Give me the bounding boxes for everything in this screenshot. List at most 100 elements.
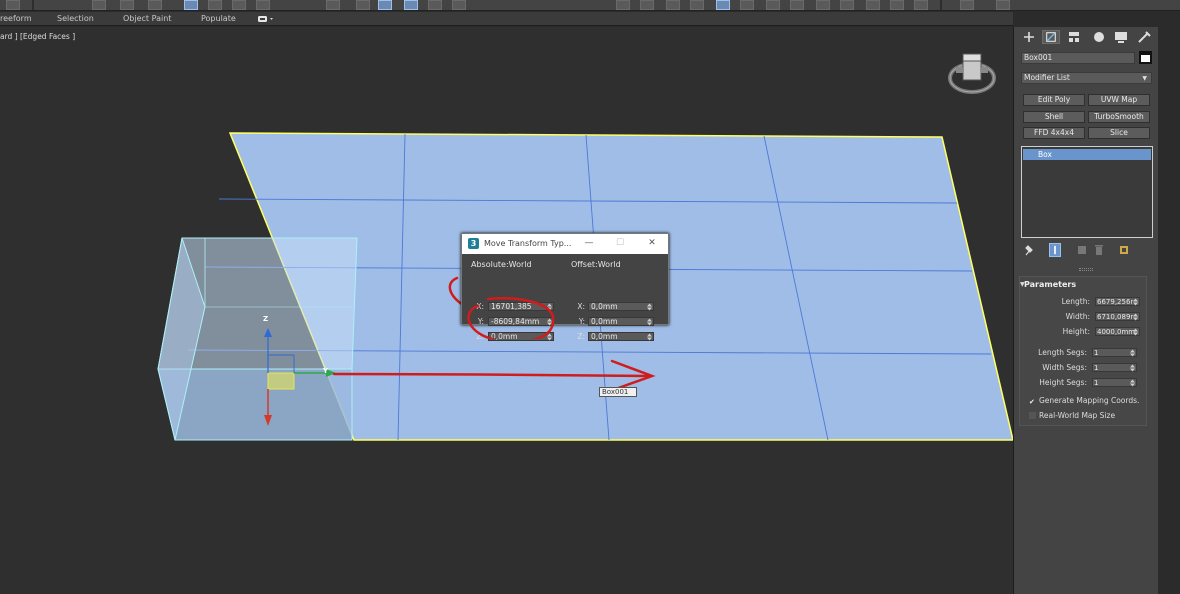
percent-snap-icon[interactable] bbox=[428, 0, 442, 10]
schematic-view-icon[interactable] bbox=[766, 0, 780, 10]
modifier-list-dropdown[interactable]: Modifier List ▼ bbox=[1021, 72, 1152, 84]
parameters-title[interactable]: Parameters bbox=[1024, 280, 1076, 289]
modifier-stack[interactable]: Box bbox=[1021, 146, 1153, 238]
spinner-arrows-icon[interactable] bbox=[647, 303, 652, 311]
ribbon-tab-populate[interactable]: Populate bbox=[201, 14, 236, 23]
spinner-arrows-icon[interactable] bbox=[647, 318, 652, 326]
spinner-arrows-icon[interactable] bbox=[1133, 328, 1138, 336]
offset-y-spinner[interactable]: 0,0mm bbox=[588, 317, 654, 326]
select-by-name-icon[interactable] bbox=[148, 0, 162, 10]
toggle-ribbon-icon[interactable] bbox=[716, 0, 730, 10]
angle-snap-icon[interactable] bbox=[404, 0, 418, 10]
height-value[interactable]: 4000,0mm bbox=[1097, 328, 1135, 336]
spinner-snap-icon[interactable] bbox=[452, 0, 466, 10]
curve-editor-icon[interactable] bbox=[740, 0, 754, 10]
spinner-arrows-icon[interactable] bbox=[1133, 313, 1138, 321]
ribbon-tab-selection[interactable]: Selection bbox=[57, 14, 94, 23]
edit-poly-button[interactable]: Edit Poly bbox=[1023, 94, 1085, 106]
maximize-button[interactable]: ☐ bbox=[614, 237, 626, 249]
length-value[interactable]: 6679,256r bbox=[1097, 298, 1135, 306]
render-icon[interactable] bbox=[866, 0, 880, 10]
width-spinner[interactable]: 6710,089r bbox=[1095, 312, 1140, 321]
select-link-icon[interactable] bbox=[92, 0, 106, 10]
spinner-arrows-icon[interactable] bbox=[1130, 379, 1135, 387]
length-segs-label: Length Segs: bbox=[1038, 348, 1087, 357]
offset-y-value[interactable]: 0,0mm bbox=[591, 318, 618, 326]
render-cloud-icon[interactable] bbox=[890, 0, 904, 10]
configure-modifier-sets-icon[interactable] bbox=[1118, 243, 1130, 257]
rollout-divider[interactable] bbox=[1079, 268, 1093, 271]
shell-button[interactable]: Shell bbox=[1023, 111, 1085, 123]
close-button[interactable]: ✕ bbox=[646, 237, 658, 249]
height-segs-spinner[interactable]: 1 bbox=[1092, 378, 1137, 387]
select-and-scale-icon[interactable] bbox=[232, 0, 246, 10]
spinner-arrows-icon[interactable] bbox=[647, 333, 652, 341]
select-and-move-icon[interactable] bbox=[184, 0, 198, 10]
material-editor-icon[interactable] bbox=[790, 0, 804, 10]
align-icon[interactable] bbox=[640, 0, 654, 10]
move-transform-dialog: 3 Move Transform Typ... — ☐ ✕ Absolute:W… bbox=[461, 233, 669, 341]
height-segs-value[interactable]: 1 bbox=[1094, 379, 1132, 387]
ribbon-options-icon[interactable] bbox=[258, 15, 274, 23]
layer-explorer-icon[interactable] bbox=[690, 0, 704, 10]
offset-x-value[interactable]: 0,0mm bbox=[591, 303, 618, 311]
undo-icon[interactable] bbox=[6, 0, 20, 10]
object-color-swatch[interactable] bbox=[1139, 51, 1152, 64]
stack-item-box[interactable]: Box bbox=[1023, 149, 1151, 160]
pin-stack-icon[interactable] bbox=[1023, 243, 1035, 257]
perspective-viewport[interactable]: ard ] [Edged Faces ] Z Y Box001 3 Move T… bbox=[0, 27, 1013, 594]
width-segs-spinner[interactable]: 1 bbox=[1092, 363, 1137, 372]
offset-z-spinner[interactable]: 0,0mm bbox=[588, 332, 654, 341]
width-value[interactable]: 6710,089r bbox=[1097, 313, 1135, 321]
make-unique-icon[interactable] bbox=[1076, 243, 1088, 257]
checkbox-unchecked-icon[interactable] bbox=[1029, 412, 1036, 419]
slice-button[interactable]: Slice bbox=[1088, 127, 1150, 139]
a360-gallery-icon[interactable] bbox=[914, 0, 928, 10]
pivot-center-icon[interactable] bbox=[326, 0, 340, 10]
utilities-tab-icon[interactable] bbox=[1135, 30, 1153, 44]
select-and-rotate-icon[interactable] bbox=[208, 0, 222, 10]
offset-z-value[interactable]: 0,0mm bbox=[591, 333, 618, 341]
real-world-map-size-checkbox[interactable]: Real-World Map Size bbox=[1029, 411, 1115, 420]
render-setup-icon[interactable] bbox=[816, 0, 830, 10]
mirror-icon[interactable] bbox=[616, 0, 630, 10]
offset-x-spinner[interactable]: 0,0mm bbox=[588, 302, 654, 311]
generate-mapping-coords-checkbox[interactable]: ✔ Generate Mapping Coords. bbox=[1029, 396, 1139, 406]
spinner-arrows-icon[interactable] bbox=[1130, 364, 1135, 372]
spinner-arrows-icon[interactable] bbox=[1130, 349, 1135, 357]
project-folder-icon[interactable] bbox=[996, 0, 1010, 10]
keyboard-shortcut-icon[interactable] bbox=[356, 0, 370, 10]
rendered-frame-icon[interactable] bbox=[840, 0, 854, 10]
minimize-button[interactable]: — bbox=[583, 237, 595, 249]
dialog-titlebar[interactable]: 3 Move Transform Typ... — ☐ ✕ bbox=[462, 234, 668, 254]
snaps-toggle-icon[interactable] bbox=[378, 0, 392, 10]
show-end-result-icon[interactable] bbox=[1049, 243, 1061, 257]
create-tab-icon[interactable] bbox=[1020, 30, 1038, 44]
width-segs-value[interactable]: 1 bbox=[1094, 364, 1132, 372]
offset-world-title: Offset:World bbox=[571, 260, 621, 269]
length-spinner[interactable]: 6679,256r bbox=[1095, 297, 1140, 306]
spinner-arrows-icon[interactable] bbox=[1133, 298, 1138, 306]
uvw-map-button[interactable]: UVW Map bbox=[1088, 94, 1150, 106]
length-segs-spinner[interactable]: 1 bbox=[1092, 348, 1137, 357]
workspace-icon[interactable] bbox=[960, 0, 974, 10]
length-segs-value[interactable]: 1 bbox=[1094, 349, 1132, 357]
scene-explorer-icon[interactable] bbox=[666, 0, 680, 10]
viewcube-icon[interactable] bbox=[946, 51, 1000, 97]
select-and-place-icon[interactable] bbox=[256, 0, 270, 10]
modify-tab-icon[interactable] bbox=[1042, 30, 1060, 44]
turbosmooth-button[interactable]: TurboSmooth bbox=[1088, 111, 1150, 123]
ribbon-tab-freeform[interactable]: reeform bbox=[0, 14, 32, 23]
object-name-field[interactable]: Box001 bbox=[1021, 52, 1135, 64]
chevron-down-icon: ▼ bbox=[1142, 75, 1147, 82]
checkbox-checked-icon[interactable]: ✔ bbox=[1029, 399, 1036, 406]
select-object-icon[interactable] bbox=[120, 0, 134, 10]
display-tab-icon[interactable] bbox=[1112, 30, 1130, 44]
hierarchy-tab-icon[interactable] bbox=[1065, 30, 1083, 44]
real-world-map-size-label: Real-World Map Size bbox=[1039, 411, 1116, 420]
height-spinner[interactable]: 4000,0mm bbox=[1095, 327, 1140, 336]
ribbon-tab-object-paint[interactable]: Object Paint bbox=[123, 14, 171, 23]
ffd-4x4x4-button[interactable]: FFD 4x4x4 bbox=[1023, 127, 1085, 139]
remove-modifier-icon[interactable] bbox=[1093, 243, 1105, 257]
motion-tab-icon[interactable] bbox=[1090, 30, 1108, 44]
